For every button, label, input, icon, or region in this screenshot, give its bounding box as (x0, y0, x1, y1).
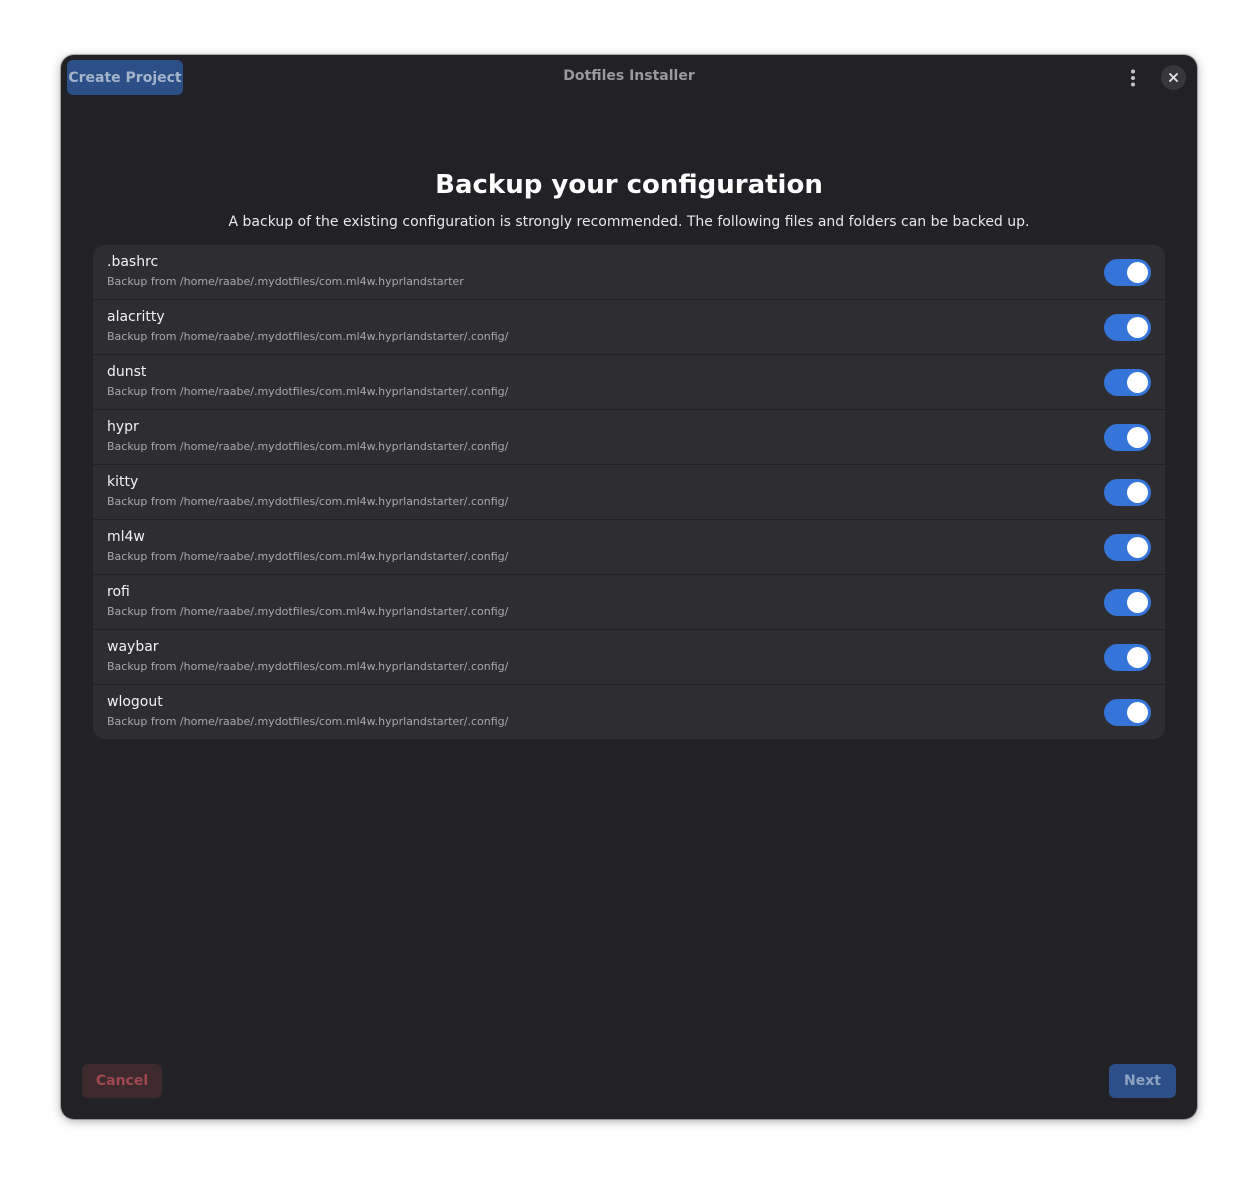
backup-toggle[interactable] (1104, 314, 1151, 341)
item-path: Backup from /home/raabe/.mydotfiles/com.… (107, 715, 509, 728)
toggle-knob (1127, 537, 1148, 558)
cancel-button[interactable]: Cancel (82, 1064, 162, 1098)
toggle-knob (1127, 372, 1148, 393)
item-title: wlogout (107, 694, 163, 710)
page-subtitle: A backup of the existing configuration i… (228, 214, 1030, 230)
toggle-knob (1127, 702, 1148, 723)
item-path: Backup from /home/raabe/.mydotfiles/com.… (107, 275, 464, 288)
backup-toggle[interactable] (1104, 479, 1151, 506)
list-item: dunst Backup from /home/raabe/.mydotfile… (93, 355, 1165, 410)
toggle-knob (1127, 427, 1148, 448)
backup-toggle[interactable] (1104, 259, 1151, 286)
item-title: ml4w (107, 529, 145, 545)
item-path: Backup from /home/raabe/.mydotfiles/com.… (107, 440, 509, 453)
item-title: waybar (107, 639, 159, 655)
item-title: .bashrc (107, 254, 159, 270)
list-item: .bashrc Backup from /home/raabe/.mydotfi… (93, 245, 1165, 300)
toggle-knob (1127, 482, 1148, 503)
item-path: Backup from /home/raabe/.mydotfiles/com.… (107, 550, 509, 563)
vertical-ellipsis-icon (1131, 69, 1135, 87)
item-title: kitty (107, 474, 139, 490)
item-path: Backup from /home/raabe/.mydotfiles/com.… (107, 605, 509, 618)
next-button[interactable]: Next (1109, 1064, 1176, 1098)
backup-toggle[interactable] (1104, 369, 1151, 396)
list-item: rofi Backup from /home/raabe/.mydotfiles… (93, 575, 1165, 630)
item-path: Backup from /home/raabe/.mydotfiles/com.… (107, 330, 509, 343)
installer-window: Create Project Dotfiles Installer Backup… (61, 55, 1197, 1119)
item-path: Backup from /home/raabe/.mydotfiles/com.… (107, 385, 509, 398)
item-path: Backup from /home/raabe/.mydotfiles/com.… (107, 660, 509, 673)
toggle-knob (1127, 317, 1148, 338)
page-heading: Backup your configuration (435, 170, 823, 200)
close-button[interactable] (1161, 65, 1186, 90)
list-item: waybar Backup from /home/raabe/.mydotfil… (93, 630, 1165, 685)
item-title: alacritty (107, 309, 165, 325)
toggle-knob (1127, 592, 1148, 613)
list-item: kitty Backup from /home/raabe/.mydotfile… (93, 465, 1165, 520)
backup-toggle[interactable] (1104, 699, 1151, 726)
main-menu-button[interactable] (1118, 64, 1148, 92)
backup-toggle[interactable] (1104, 644, 1151, 671)
item-title: dunst (107, 364, 147, 380)
backup-toggle[interactable] (1104, 534, 1151, 561)
toggle-knob (1127, 262, 1148, 283)
close-icon (1169, 73, 1178, 82)
item-path: Backup from /home/raabe/.mydotfiles/com.… (107, 495, 509, 508)
list-item: wlogout Backup from /home/raabe/.mydotfi… (93, 685, 1165, 739)
list-item: hypr Backup from /home/raabe/.mydotfiles… (93, 410, 1165, 465)
item-title: hypr (107, 419, 139, 435)
backup-list: .bashrc Backup from /home/raabe/.mydotfi… (93, 245, 1165, 739)
list-item: ml4w Backup from /home/raabe/.mydotfiles… (93, 520, 1165, 575)
backup-toggle[interactable] (1104, 589, 1151, 616)
window-title: Dotfiles Installer (563, 68, 695, 84)
backup-toggle[interactable] (1104, 424, 1151, 451)
header-bar: Create Project Dotfiles Installer (61, 55, 1197, 101)
toggle-knob (1127, 647, 1148, 668)
list-item: alacritty Backup from /home/raabe/.mydot… (93, 300, 1165, 355)
item-title: rofi (107, 584, 130, 600)
